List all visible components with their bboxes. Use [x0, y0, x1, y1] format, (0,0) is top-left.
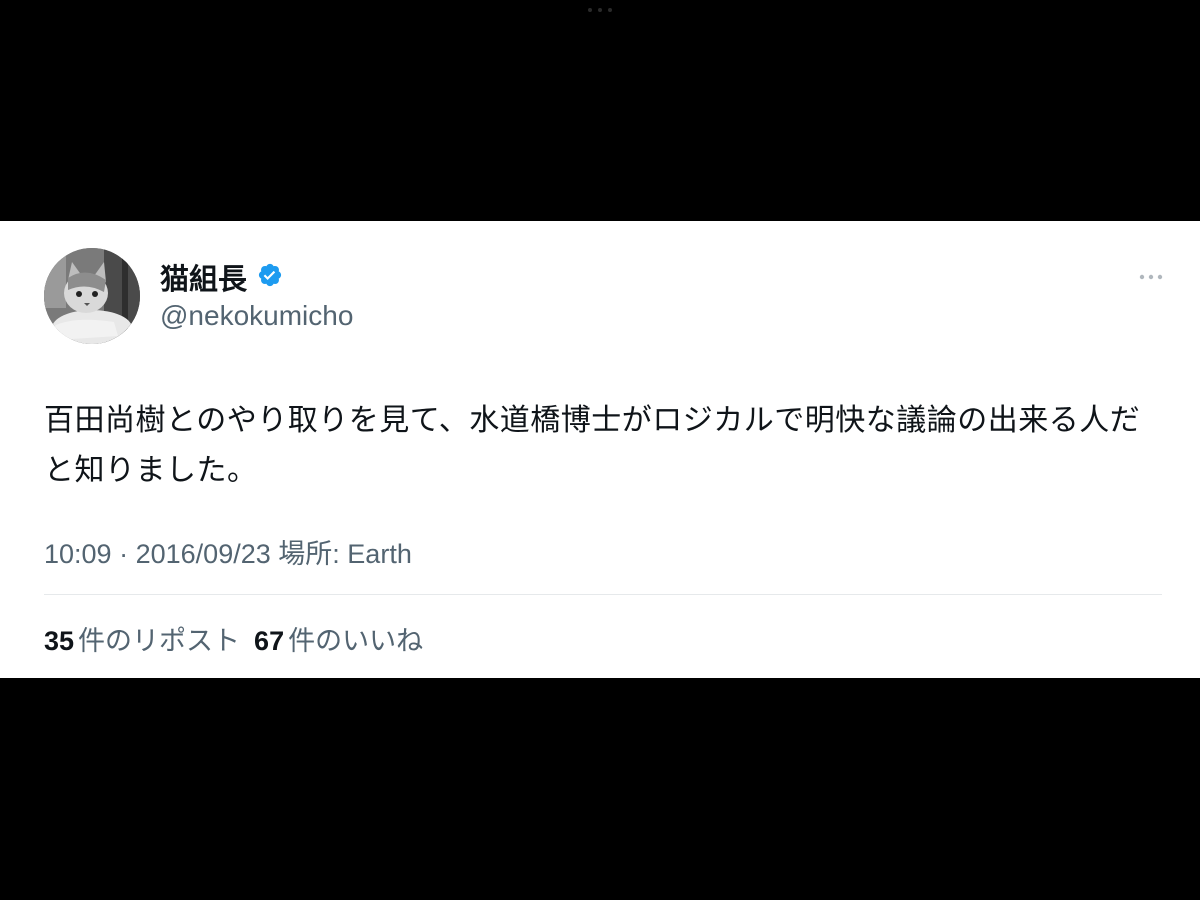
avatar-image: [44, 248, 140, 344]
avatar[interactable]: [44, 248, 140, 344]
author-row: 猫組長: [160, 256, 283, 298]
location-label: 場所:: [278, 539, 340, 569]
tweet-time[interactable]: 10:09: [44, 539, 112, 569]
reposts-count: 35: [44, 626, 75, 656]
tweet-text: 百田尚樹とのやり取りを見て、水道橋博士がロジカルで明快な議論の出来る人だと知りま…: [44, 404, 1141, 487]
tweet-date[interactable]: 2016/09/23: [136, 539, 271, 569]
likes-count: 67: [254, 626, 285, 656]
divider: [44, 594, 1162, 595]
engagement-stats: 35 件のリポスト 67 件のいいね: [44, 619, 423, 658]
display-name[interactable]: 猫組長: [160, 256, 247, 298]
likes-stat[interactable]: 67 件のいいね: [254, 619, 423, 658]
top-handle-dots: [588, 8, 612, 12]
more-options-icon[interactable]: [1134, 266, 1168, 288]
reposts-stat[interactable]: 35 件のリポスト: [44, 619, 240, 658]
user-handle[interactable]: @nekokumicho: [160, 300, 353, 332]
reposts-label: 件のリポスト: [78, 626, 241, 656]
verified-badge-icon: [257, 262, 283, 293]
likes-label: 件のいいね: [288, 626, 424, 656]
tweet-meta: 10:09 · 2016/09/23 場所: Earth: [44, 532, 412, 571]
meta-separator: ·: [119, 539, 129, 569]
location-value[interactable]: Earth: [347, 539, 412, 569]
